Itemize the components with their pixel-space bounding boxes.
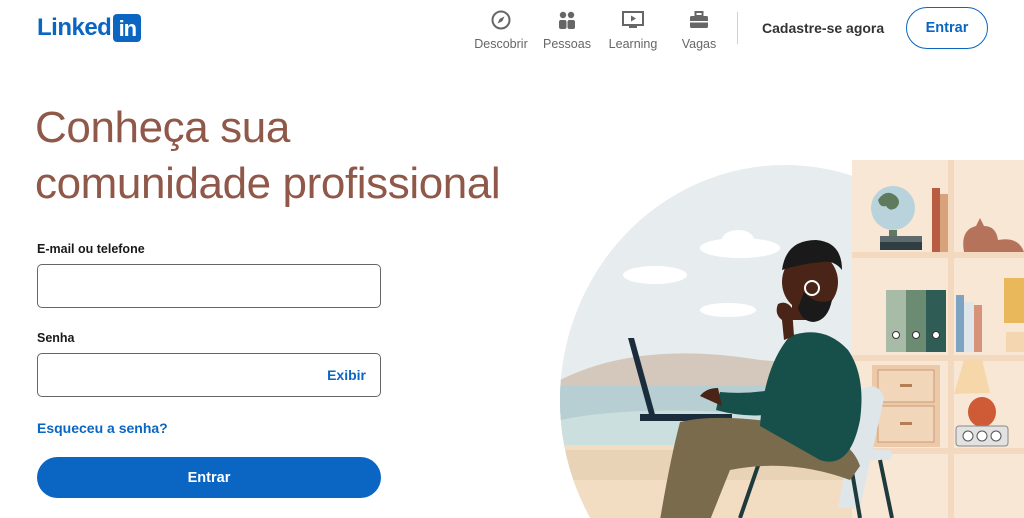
header-sign-in-button[interactable]: Entrar bbox=[906, 7, 988, 49]
nav-item-pessoas[interactable]: Pessoas bbox=[534, 8, 600, 51]
email-field[interactable] bbox=[37, 264, 381, 308]
nav-item-vagas[interactable]: Vagas bbox=[666, 8, 732, 51]
headline-line-1: Conheça sua bbox=[35, 103, 290, 152]
people-icon bbox=[555, 8, 579, 32]
nav-label: Vagas bbox=[681, 37, 717, 51]
email-label: E-mail ou telefone bbox=[37, 242, 145, 256]
briefcase-icon bbox=[687, 8, 711, 32]
top-nav: Descobrir Pessoas Learning Vagas bbox=[468, 8, 732, 51]
linkedin-logo[interactable]: Linked in bbox=[37, 13, 142, 43]
password-field[interactable]: Exibir bbox=[37, 353, 381, 397]
play-video-icon bbox=[621, 8, 645, 32]
show-password-button[interactable]: Exibir bbox=[327, 354, 366, 396]
nav-label: Descobrir bbox=[474, 37, 528, 51]
password-label: Senha bbox=[37, 331, 75, 345]
nav-divider bbox=[737, 12, 738, 44]
hero-headline: Conheça sua comunidade profissional bbox=[35, 100, 555, 212]
logo-in-box: in bbox=[113, 14, 142, 42]
forgot-password-link[interactable]: Esqueceu a senha? bbox=[37, 420, 168, 436]
nav-label: Pessoas bbox=[543, 37, 591, 51]
nav-label: Learning bbox=[608, 37, 658, 51]
hero-illustration bbox=[560, 160, 1024, 518]
join-now-link[interactable]: Cadastre-se agora bbox=[754, 14, 892, 42]
nav-item-descobrir[interactable]: Descobrir bbox=[468, 8, 534, 51]
logo-wordmark: Linked bbox=[37, 14, 112, 41]
compass-icon bbox=[489, 8, 513, 32]
headline-line-2: comunidade profissional bbox=[35, 159, 501, 208]
sign-in-button[interactable]: Entrar bbox=[37, 457, 381, 498]
nav-item-learning[interactable]: Learning bbox=[600, 8, 666, 51]
